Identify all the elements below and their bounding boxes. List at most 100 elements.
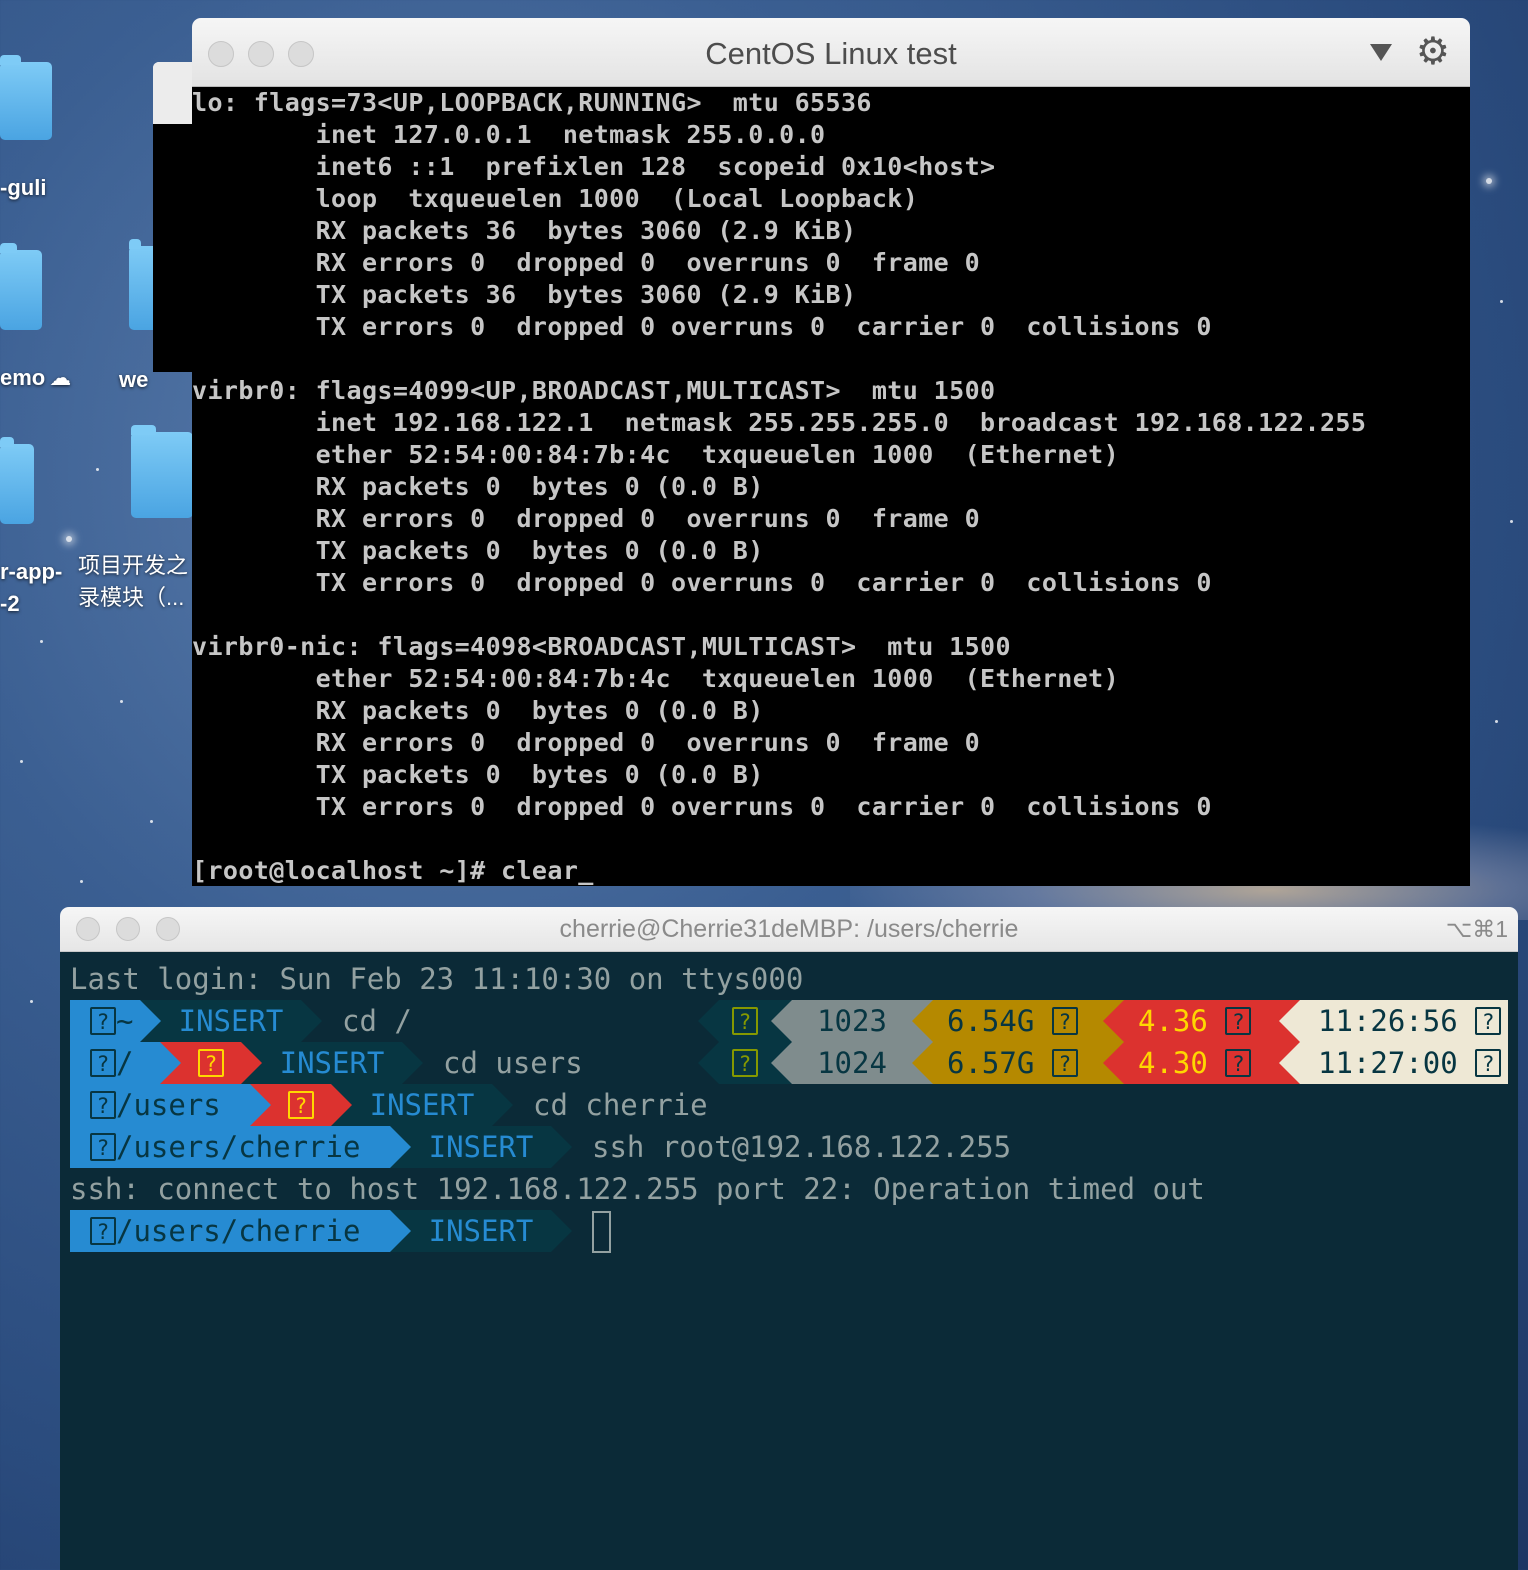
powerline-separator (912, 1042, 933, 1084)
powerline-separator (771, 1000, 792, 1042)
desktop-folder-icon[interactable] (131, 425, 193, 518)
console-line: virbr0: flags=4099<UP,BROADCAST,MULTICAS… (192, 376, 996, 405)
powerline-separator (390, 1210, 411, 1252)
load-value: 4.30 (1138, 1046, 1226, 1080)
last-login-line: Last login: Sun Feb 23 11:10:30 on ttys0… (70, 962, 804, 996)
command-text: ssh root@192.168.122.255 (592, 1130, 1012, 1164)
time-segment: 11:27:00 ? (1300, 1042, 1508, 1084)
star (1510, 520, 1513, 523)
vi-mode-segment: INSERT (352, 1084, 492, 1126)
centos-titlebar[interactable]: CentOS Linux test ⚙ (192, 18, 1470, 87)
desktop-folder-label-text: emo (0, 365, 46, 390)
star (30, 1000, 33, 1003)
powerline-separator (241, 1042, 262, 1084)
powerline-separator (1103, 1042, 1124, 1084)
memory-value: 6.57G (947, 1046, 1052, 1080)
desktop-folder-icon[interactable] (0, 55, 52, 140)
star (150, 820, 153, 823)
powerline-separator (160, 1042, 181, 1084)
prompt-line: ?/users/cherrie INSERT ssh root@192.168.12… (70, 1126, 1508, 1168)
prompt-path-segment: ?/users/cherrie (70, 1210, 390, 1252)
background-window-thumbnail[interactable] (153, 62, 193, 372)
missing-glyph-icon: ? (90, 1007, 116, 1035)
powerline-separator (1103, 1000, 1124, 1042)
powerline-separator (140, 1000, 161, 1042)
centos-vm-window[interactable]: CentOS Linux test ⚙ lo: flags=73<UP,LOOP… (192, 18, 1470, 886)
console-line: ether 52:54:00:84:7b:4c txqueuelen 1000 … (192, 440, 1120, 469)
right-status-line: ? 1023 6.54G ? 4.36 ? 11:26:56 ? (698, 1000, 1508, 1042)
icloud-icon: ☁ (49, 365, 72, 390)
missing-glyph-icon: ? (1475, 1007, 1502, 1035)
prompt-path: /users/cherrie (116, 1130, 361, 1164)
prompt-line-current: ?/users/cherrie INSERT (70, 1210, 1508, 1253)
thumbnail-titlebar (153, 62, 193, 124)
star (1495, 720, 1498, 723)
missing-glyph-icon: ? (90, 1091, 116, 1119)
powerline-separator (912, 1000, 933, 1042)
console-line: RX errors 0 dropped 0 overruns 0 frame 0 (192, 728, 981, 757)
missing-glyph-icon: ? (732, 1007, 758, 1035)
window-shortcut: ⌥⌘1 (1445, 916, 1508, 942)
desktop-folder-icon[interactable] (0, 437, 34, 524)
missing-glyph-icon: ? (1225, 1007, 1252, 1035)
terminal-screen[interactable]: Last login: Sun Feb 23 11:10:30 on ttys0… (60, 952, 1518, 1570)
prompt-path-segment: ?/users (70, 1084, 250, 1126)
powerline-separator (492, 1084, 513, 1126)
console-line: TX packets 0 bytes 0 (0.0 B) (192, 760, 764, 789)
console-line: RX errors 0 dropped 0 overruns 0 frame 0 (192, 248, 981, 277)
powerline-separator (771, 1042, 792, 1084)
history-number: 1023 (792, 1000, 912, 1042)
console-line: [root@localhost ~]# clear_ (192, 856, 594, 885)
time-segment: 11:26:56 ? (1300, 1000, 1508, 1042)
console-line: TX errors 0 dropped 0 overruns 0 carrier… (192, 312, 1212, 341)
window-title: cherrie@Cherrie31deMBP: /users/cherrie (559, 915, 1019, 943)
vi-mode-segment: INSERT (262, 1042, 402, 1084)
history-icon-segment: ? (719, 1042, 771, 1084)
powerline-separator (390, 1126, 411, 1168)
terminal-window[interactable]: cherrie@Cherrie31deMBP: /users/cherrie ⌥… (60, 907, 1518, 1570)
desktop-folder-label: emo ☁ (0, 362, 71, 394)
console-line: RX packets 36 bytes 3060 (2.9 KiB) (192, 216, 857, 245)
powerline-separator (551, 1210, 572, 1252)
powerline-separator (250, 1084, 271, 1126)
desktop-folder-label: 项目开发之 (78, 553, 189, 578)
powerline-separator (698, 1042, 719, 1084)
prompt-line: ?/users? INSERT cd cherrie (70, 1084, 1508, 1126)
console-line: RX errors 0 dropped 0 overruns 0 frame 0 (192, 504, 981, 533)
terminal-titlebar[interactable]: cherrie@Cherrie31deMBP: /users/cherrie ⌥… (60, 907, 1518, 952)
powerline-separator (698, 1000, 719, 1042)
vi-mode-segment: INSERT (161, 1000, 301, 1042)
star (96, 468, 99, 471)
powerline-separator (331, 1084, 352, 1126)
missing-glyph-icon: ? (1475, 1049, 1502, 1077)
console-line: lo: flags=73<UP,LOOPBACK,RUNNING> mtu 65… (192, 88, 872, 117)
desktop-folder-icon[interactable] (0, 243, 42, 330)
dropdown-triangle-icon[interactable] (1370, 44, 1392, 61)
prompt-path: ~ (116, 1004, 134, 1038)
console-line: TX packets 0 bytes 0 (0.0 B) (192, 536, 764, 565)
missing-glyph-icon: ? (732, 1049, 758, 1077)
missing-glyph-icon: ? (1051, 1007, 1078, 1035)
gear-icon[interactable]: ⚙ (1416, 32, 1450, 72)
centos-console[interactable]: lo: flags=73<UP,LOOPBACK,RUNNING> mtu 65… (192, 87, 1470, 886)
console-line: inet 192.168.122.1 netmask 255.255.255.0… (192, 408, 1367, 437)
right-status-line: ? 1024 6.57G ? 4.30 ? 11:27:00 ? (698, 1042, 1508, 1084)
vi-mode-segment: INSERT (411, 1210, 551, 1252)
load-segment: 4.30 ? (1124, 1042, 1279, 1084)
desktop-folder-label: r-app- (0, 559, 63, 584)
time-value: 11:26:56 (1318, 1004, 1476, 1038)
star (20, 760, 23, 763)
powerline-separator (1279, 1000, 1300, 1042)
desktop-folder-label: -guli (0, 175, 47, 200)
history-icon-segment: ? (719, 1000, 771, 1042)
console-line: inet6 ::1 prefixlen 128 scopeid 0x10<hos… (192, 152, 996, 181)
prompt-path: /users/cherrie (116, 1214, 361, 1248)
missing-glyph-icon: ? (90, 1133, 116, 1161)
memory-segment: 6.54G ? (933, 1000, 1103, 1042)
star (80, 880, 83, 883)
window-title: CentOS Linux test (705, 36, 957, 71)
console-line: inet 127.0.0.1 netmask 255.0.0.0 (192, 120, 826, 149)
thumbnail-screen (153, 124, 193, 372)
console-line: virbr0-nic: flags=4098<BROADCAST,MULTICA… (192, 632, 1011, 661)
git-status-segment: ? (181, 1042, 241, 1084)
